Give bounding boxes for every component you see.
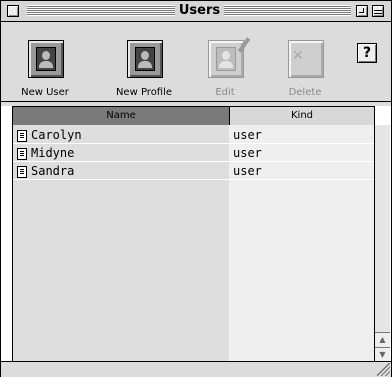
delete-icon: ✕ [288,40,324,78]
zoom-box[interactable] [356,5,368,17]
name-cell: Carolyn [13,127,229,144]
user-kind: user [233,128,262,142]
row-separator [13,179,374,180]
name-cell: Sandra [13,163,229,180]
title-bar-stripes-right [224,5,351,16]
new-user-icon [28,40,64,78]
scroll-up-arrow-icon[interactable]: ▲ [375,332,390,347]
title-bar[interactable]: Users [1,1,391,22]
toolbar: New User New Profile Edit ✕ Delete ? [1,22,391,102]
row-separator [13,143,374,144]
user-kind: user [233,164,262,178]
new-profile-icon [127,40,163,78]
edit-label: Edit [215,87,235,98]
title-bar-stripes-left [27,5,175,16]
users-window: Users New User New Profile Edit ✕ Delete… [0,0,392,377]
bottom-bar [1,361,391,377]
user-kind: user [233,146,262,160]
name-column-header[interactable]: Name [13,107,230,125]
kind-cell: user [229,145,374,162]
kind-column-header[interactable]: Kind [230,107,374,125]
window-title: Users [178,3,221,18]
kind-cell: user [229,127,374,144]
new-profile-button[interactable]: New Profile [104,22,184,101]
users-list: Carolyn user Midyne user Sandra user [12,125,374,361]
table-row[interactable]: Carolyn user [13,127,374,144]
table-row[interactable]: Sandra user [13,163,374,180]
new-user-button[interactable]: New User [5,22,85,101]
user-document-icon [17,166,27,178]
kind-cell: user [229,163,374,180]
user-name: Midyne [31,146,75,160]
vertical-scrollbar[interactable]: ▲ ▼ [374,125,390,362]
row-separator [13,161,374,162]
table-row[interactable]: Midyne user [13,145,374,162]
user-document-icon [17,130,27,142]
user-document-icon [17,148,27,160]
close-box[interactable] [7,5,19,17]
delete-button[interactable]: ✕ Delete [265,22,345,101]
scroll-down-arrow-icon[interactable]: ▼ [375,347,390,362]
resize-grip-icon[interactable] [377,363,390,376]
help-button[interactable]: ? [357,43,377,63]
name-cell: Midyne [13,145,229,162]
new-user-label: New User [21,87,69,98]
user-name: Carolyn [31,128,82,142]
edit-icon [208,37,251,78]
edit-button[interactable]: Edit [185,22,265,101]
table-header: Name Kind [12,106,375,126]
user-name: Sandra [31,164,75,178]
new-profile-label: New Profile [115,87,173,98]
delete-label: Delete [288,87,322,98]
collapse-box[interactable] [372,5,384,17]
